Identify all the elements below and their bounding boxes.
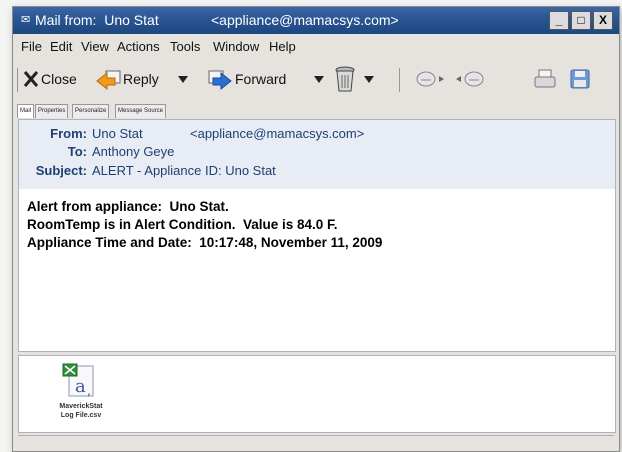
minimize-button[interactable]: _ <box>549 11 569 30</box>
toolbar: Close Reply Forward <box>13 60 619 96</box>
forward-icon <box>208 70 232 91</box>
print-button[interactable] <box>533 66 557 92</box>
from-email[interactable]: <appliance@mamacsys.com> <box>190 126 364 141</box>
window-controls: _ □ X <box>549 11 613 30</box>
dropdown-arrow-icon <box>178 76 188 83</box>
tab-properties[interactable]: Properties <box>35 104 69 118</box>
tab-message-source[interactable]: Message Source <box>115 104 167 118</box>
mail-window: ✉ Mail from: Uno Stat <appliance@mamacsy… <box>12 6 620 452</box>
close-button-label: Close <box>41 71 77 87</box>
menu-view[interactable]: View <box>81 39 109 54</box>
menu-window[interactable]: Window <box>213 39 259 54</box>
window-title: Mail from: Uno Stat <box>35 12 159 28</box>
close-button[interactable]: Close <box>23 66 77 92</box>
body-line-2: RoomTemp is in Alert Condition. Value is… <box>27 217 338 232</box>
menu-edit[interactable]: Edit <box>50 39 72 54</box>
tab-mail[interactable]: Mail <box>17 104 35 118</box>
previous-message-icon <box>456 71 484 87</box>
attachment-name-line-1: MaverickStat <box>59 403 103 410</box>
delete-button[interactable] <box>333 66 357 92</box>
reply-dropdown[interactable] <box>177 66 189 92</box>
from-label: From: <box>50 126 87 141</box>
dropdown-arrow-icon <box>364 76 374 83</box>
reply-icon <box>96 70 121 91</box>
delete-dropdown[interactable] <box>363 66 375 92</box>
title-bar[interactable]: ✉ Mail from: Uno Stat <appliance@mamacsy… <box>13 7 619 34</box>
body-line-1: Alert from appliance: Uno Stat. <box>27 199 229 214</box>
forward-button[interactable]: Forward <box>207 66 286 92</box>
save-disk-icon <box>570 69 590 89</box>
next-message-button[interactable] <box>415 66 445 92</box>
message-body[interactable]: Alert from appliance: Uno Stat. RoomTemp… <box>18 189 616 352</box>
menu-tools[interactable]: Tools <box>170 39 200 54</box>
previous-message-button[interactable] <box>455 66 485 92</box>
save-button[interactable] <box>569 66 591 92</box>
message-header: From: Uno Stat <appliance@mamacsys.com> … <box>18 119 616 191</box>
reply-button-label: Reply <box>123 71 159 87</box>
trash-can-icon <box>335 66 355 92</box>
subject-label: Subject: <box>35 163 87 178</box>
message-tabs: Mail Properties Personalize Message Sour… <box>13 101 619 119</box>
window-title-email: <appliance@mamacsys.com> <box>211 12 399 28</box>
menu-file[interactable]: File <box>21 39 42 54</box>
attachment-filename[interactable]: MaverickStat Log File.csv <box>39 402 123 420</box>
menu-help[interactable]: Help <box>269 39 296 54</box>
status-bar <box>18 435 614 450</box>
csv-file-icon[interactable]: a , <box>61 362 101 400</box>
from-name[interactable]: Uno Stat <box>92 126 143 141</box>
menu-bar: File Edit View Actions Tools Window Help <box>13 37 619 57</box>
body-line-3: Appliance Time and Date: 10:17:48, Novem… <box>27 235 383 250</box>
svg-text:a: a <box>75 376 86 397</box>
subject-value: ALERT - Appliance ID: Uno Stat <box>92 163 276 178</box>
mail-app-icon: ✉ <box>21 14 31 26</box>
menu-actions[interactable]: Actions <box>117 39 160 54</box>
forward-button-label: Forward <box>235 71 287 87</box>
reply-button[interactable]: Reply <box>95 66 159 92</box>
maximize-button[interactable]: □ <box>571 11 591 30</box>
svg-text:,: , <box>87 384 91 398</box>
forward-dropdown[interactable] <box>313 66 325 92</box>
attachment-name-line-2: Log File.csv <box>60 412 102 419</box>
close-icon <box>23 71 39 87</box>
dropdown-arrow-icon <box>314 76 324 83</box>
attachments-pane: a , MaverickStat Log File.csv <box>18 355 616 433</box>
to-value[interactable]: Anthony Geye <box>92 144 174 159</box>
next-message-icon <box>416 71 444 87</box>
to-label: To: <box>67 144 87 159</box>
close-window-button[interactable]: X <box>593 11 613 30</box>
print-icon <box>534 69 556 88</box>
tab-personalize[interactable]: Personalize <box>72 104 110 118</box>
